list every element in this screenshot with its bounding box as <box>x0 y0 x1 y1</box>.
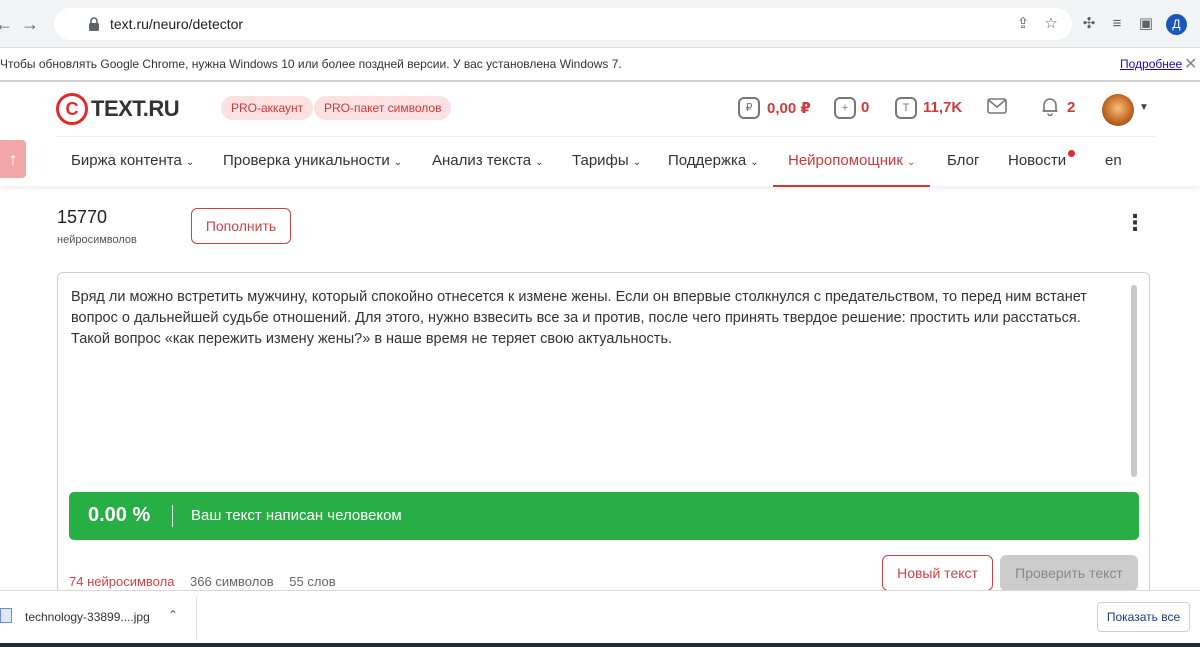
topup-button[interactable]: Пополнить <box>191 208 291 244</box>
result-message: Ваш текст написан человеком <box>191 507 402 524</box>
site-header: C TEXT.RU PRO-аккаунт PRO-пакет символов… <box>0 84 1200 187</box>
share-icon[interactable]: ⇪ <box>1014 15 1032 33</box>
download-file-name[interactable]: technology-33899....jpg <box>25 610 150 624</box>
tasks-icon[interactable]: + <box>834 97 856 119</box>
infobar-more-link[interactable]: Подробнее <box>1120 57 1182 71</box>
user-avatar[interactable] <box>1102 94 1134 126</box>
extensions-puzzle-icon[interactable]: ✣ <box>1080 15 1098 33</box>
result-divider <box>172 505 173 527</box>
chevron-down-icon: ⌄ <box>632 157 642 168</box>
url-text[interactable]: text.ru/neuro/detector <box>110 16 243 32</box>
main-navigation: Биржа контента ⌄ Проверка уникальности ⌄ А… <box>56 136 1156 187</box>
notifications-count[interactable]: 2 <box>1067 99 1075 116</box>
mail-icon[interactable] <box>987 98 1007 114</box>
download-bar: technology-33899....jpg ⌃ Показать все <box>0 590 1200 647</box>
scroll-to-top-icon[interactable]: ↑ <box>0 140 26 178</box>
words-count: 55 слов <box>289 574 336 589</box>
pro-pack-badge[interactable]: PRO-пакет символов <box>314 96 452 120</box>
ai-percentage: 0.00 % <box>88 504 151 526</box>
nav-item-tariffs[interactable]: Тарифы ⌄ <box>572 137 641 187</box>
show-all-downloads-button[interactable]: Показать все <box>1097 602 1190 632</box>
nav-item-uniqueness-check[interactable]: Проверка уникальности ⌄ <box>223 137 402 187</box>
detection-result: 0.00 % Ваш текст написан человеком <box>69 492 1139 540</box>
reading-list-icon[interactable]: ≡ <box>1108 15 1126 33</box>
wallet-icon[interactable]: ₽ <box>738 97 760 119</box>
nav-item-neuro-assistant[interactable]: Нейропомощник ⌄ <box>773 137 931 187</box>
logo[interactable]: C TEXT.RU <box>56 92 180 126</box>
logo-mark: C <box>56 93 88 125</box>
chevron-down-icon: ⌄ <box>535 157 544 168</box>
chevron-down-icon: ⌄ <box>750 157 759 168</box>
side-panel-icon[interactable]: ▣ <box>1137 15 1155 33</box>
symbols-value[interactable]: 11,7K <box>923 99 962 116</box>
update-infobar: Чтобы обновлять Google Chrome, нужна Win… <box>0 48 1200 82</box>
new-text-button[interactable]: Новый текст <box>882 555 993 591</box>
nav-item-content-exchange[interactable]: Биржа контента ⌄ <box>71 137 194 187</box>
nav-item-blog[interactable]: Блог <box>947 137 979 187</box>
address-bar[interactable]: text.ru/neuro/detector ⇪ ☆ <box>54 8 1072 40</box>
logo-text: TEXT.RU <box>91 96 180 121</box>
nav-item-support[interactable]: Поддержка ⌄ <box>668 137 759 187</box>
back-icon[interactable]: ← <box>0 12 16 36</box>
balance-value[interactable]: 0,00 ₽ <box>767 99 811 117</box>
infobar-message: Чтобы обновлять Google Chrome, нужна Win… <box>0 57 622 71</box>
bookmark-star-icon[interactable]: ☆ <box>1042 15 1060 33</box>
news-unread-dot <box>1068 150 1075 157</box>
check-text-button[interactable]: Проверить текст <box>1000 555 1138 591</box>
browser-toolbar: ← → text.ru/neuro/detector ⇪ ☆ ✣ ≡ ▣ Д <box>0 0 1200 48</box>
text-editor[interactable]: Вряд ли можно встретить мужчину, который… <box>57 272 1150 612</box>
chevron-down-icon: ⌄ <box>393 157 403 168</box>
os-taskbar <box>0 643 1200 647</box>
chevron-down-icon: ⌄ <box>906 157 916 168</box>
image-file-icon <box>0 608 12 623</box>
nav-item-language[interactable]: en <box>1105 137 1122 187</box>
neuro-symbols-label: нейросимволов <box>57 234 137 246</box>
lock-icon <box>89 17 99 31</box>
chevron-down-icon: ⌄ <box>185 157 195 168</box>
forward-icon[interactable]: → <box>18 12 42 36</box>
nav-item-news[interactable]: Новости <box>1008 137 1066 187</box>
more-options-icon[interactable]: ⋮ <box>1124 212 1146 236</box>
editor-scrollbar[interactable] <box>1131 285 1137 477</box>
nav-item-text-analysis[interactable]: Анализ текста ⌄ <box>432 137 544 187</box>
close-icon[interactable]: ✕ <box>1184 54 1200 74</box>
symbols-t-icon[interactable]: T <box>895 97 917 119</box>
editor-text[interactable]: Вряд ли можно встретить мужчину, который… <box>71 287 1121 350</box>
neuro-symbols-count: 74 нейросимвола <box>69 574 175 589</box>
download-divider <box>196 597 197 639</box>
pro-account-badge[interactable]: PRO-аккаунт <box>221 96 314 120</box>
bell-icon[interactable] <box>1041 96 1059 116</box>
chars-count: 366 символов <box>190 574 274 589</box>
text-stats: 74 нейросимвола 366 символов 55 слов <box>69 574 336 589</box>
profile-avatar[interactable]: Д <box>1166 14 1187 35</box>
neuro-symbols-balance: 15770 <box>57 207 108 227</box>
chevron-up-icon[interactable]: ⌃ <box>168 608 178 622</box>
chevron-down-icon[interactable]: ▼ <box>1139 102 1149 113</box>
tasks-value[interactable]: 0 <box>861 99 869 116</box>
